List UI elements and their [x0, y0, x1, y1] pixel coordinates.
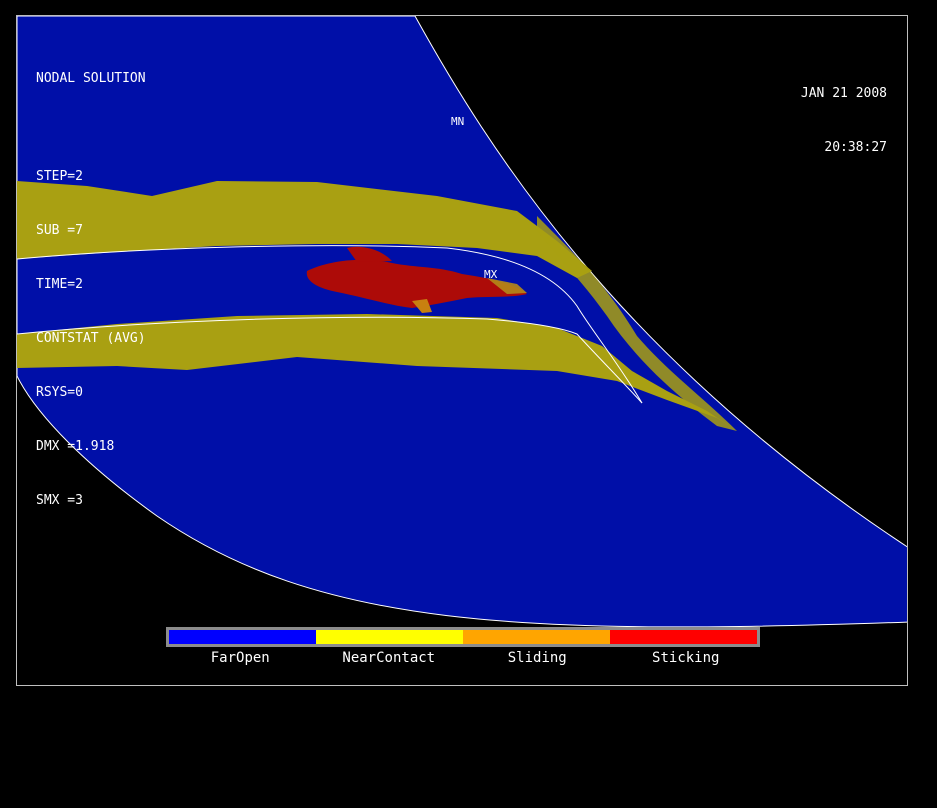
time-line: TIME=2	[36, 277, 83, 292]
rsys-line: RSYS=0	[36, 385, 83, 400]
solution-title: NODAL SOLUTION	[36, 71, 146, 86]
solution-info: NODAL SOLUTION STEP=2 SUB =7 TIME=2 CONT…	[36, 34, 146, 546]
legend-swatch-sliding	[463, 630, 610, 644]
legend-labels: FarOpen NearContact Sliding Sticking	[166, 650, 760, 666]
dmx-line: DMX =1.918	[36, 439, 115, 454]
step-line: STEP=2	[36, 169, 83, 184]
timestamp: JAN 21 2008 20:38:27	[801, 49, 887, 193]
legend-label-nearcontact: NearContact	[342, 650, 436, 666]
min-marker: MN	[451, 115, 465, 128]
graphics-viewport[interactable]: NODAL SOLUTION STEP=2 SUB =7 TIME=2 CONT…	[16, 15, 908, 686]
legend-swatch-nearcontact	[316, 630, 463, 644]
legend-swatch-sticking	[610, 630, 757, 644]
legend-label-faropen: FarOpen	[210, 650, 270, 666]
legend-swatch-faropen	[169, 630, 316, 644]
legend-label-sliding: Sliding	[507, 650, 567, 666]
result-item-line: CONTSTAT (AVG)	[36, 331, 146, 346]
substep-line: SUB =7	[36, 223, 83, 238]
timestamp-date: JAN 21 2008	[800, 86, 887, 101]
smx-line: SMX =3	[36, 493, 83, 508]
legend-label-sticking: Sticking	[652, 650, 720, 666]
max-marker: MX	[484, 268, 498, 281]
legend-color-bar	[166, 627, 760, 647]
contour-legend: FarOpen NearContact Sliding Sticking	[166, 627, 760, 666]
timestamp-time: 20:38:27	[824, 140, 887, 155]
